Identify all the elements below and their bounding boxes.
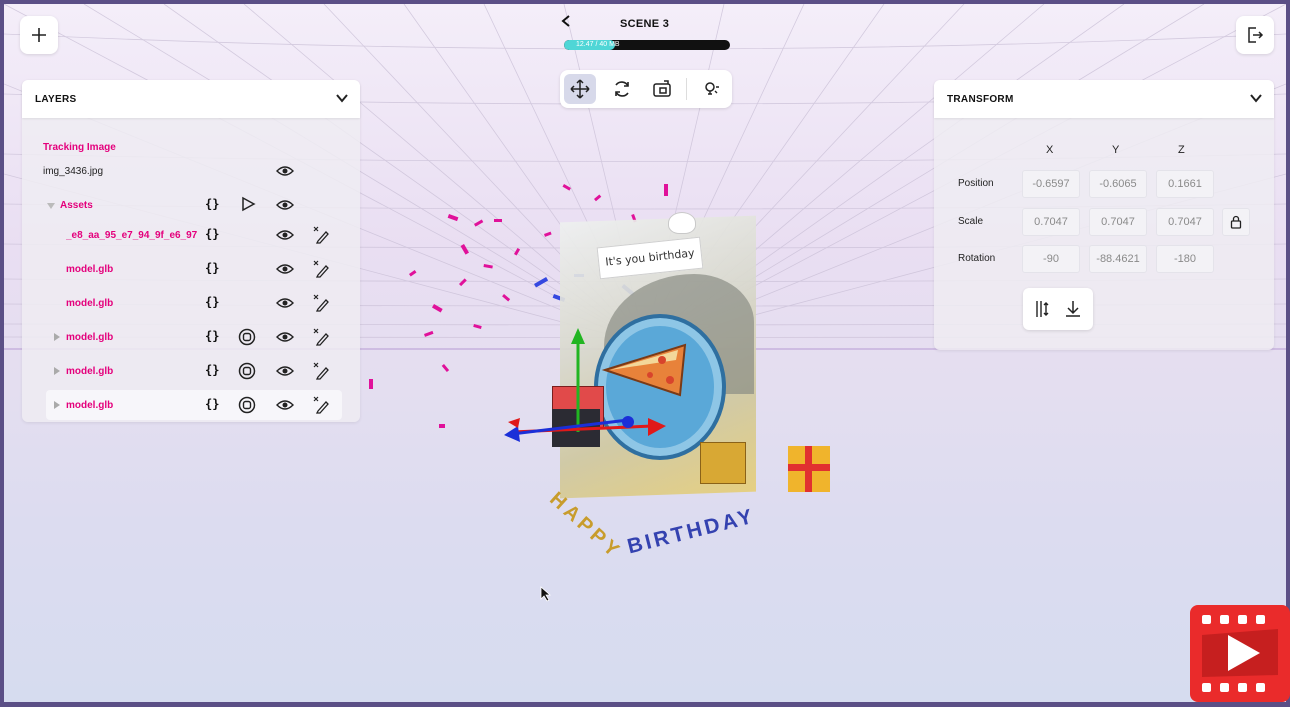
rotation-z-input[interactable]: -180 [1156,245,1214,273]
scene-title: SCENE 3 [620,18,670,30]
toolbar-divider [686,78,687,100]
layer-item[interactable]: model.glb {} [22,288,360,318]
layers-title: LAYERS [35,94,77,105]
transform-panel: TRANSFORM X Y Z Position -0.6597 -0.6065… [934,80,1274,350]
position-y-input[interactable]: -0.6065 [1089,170,1147,198]
scale-y-input[interactable]: 0.7047 [1089,208,1147,236]
layer-item[interactable]: model.glb {} [22,254,360,284]
axis-y-label: Y [1112,144,1120,156]
video-player-logo [1190,605,1290,702]
memory-bar: 12.47 / 40 MB [564,40,730,50]
chevron-down-icon[interactable] [334,90,350,106]
memory-text: 12.47 / 40 MB [576,41,620,48]
lock-icon [1230,215,1242,229]
rotation-y-input[interactable]: -88.4621 [1089,245,1147,273]
layer-item-name: _e8_aa_95_e7_94_9f_e6_97 [66,230,198,241]
layer-item-name: model.glb [66,298,114,309]
assets-label[interactable]: Assets [60,200,93,211]
scale-icon [653,80,671,97]
edit-icon[interactable] [313,260,329,278]
download-icon[interactable] [1065,300,1081,318]
edit-icon[interactable] [313,328,329,346]
expand-triangle-icon[interactable] [46,198,56,209]
exit-icon [1248,27,1264,43]
banner-text: It's you birthday [604,246,696,269]
rotation-x-input[interactable]: -90 [1022,245,1080,273]
axis-z-label: Z [1178,144,1185,156]
scale-x-input[interactable]: 0.7047 [1022,208,1080,236]
script-braces-icon[interactable]: {} [205,397,219,411]
add-button[interactable] [20,16,58,54]
eye-icon[interactable] [276,364,294,378]
animation-icon[interactable] [238,396,256,414]
edit-icon[interactable] [313,226,329,244]
eye-icon[interactable] [276,228,294,242]
play-icon[interactable] [240,196,256,212]
layer-item-name: model.glb [66,332,114,343]
layer-item-name: model.glb [66,366,114,377]
back-button[interactable] [560,14,572,33]
eye-icon[interactable] [276,330,294,344]
exit-button[interactable] [1236,16,1274,54]
eye-icon[interactable] [276,398,294,412]
bunny [668,212,696,234]
transform-gizmo[interactable] [498,322,678,452]
eye-icon[interactable] [276,198,294,212]
light-icon [705,82,719,95]
layers-panel: LAYERS Tracking Image img_3436.jpg Asset… [22,80,360,422]
expand-arrow-icon[interactable] [54,333,60,341]
move-tool-button[interactable] [564,74,596,104]
layer-item-name: model.glb [66,264,114,275]
gift-box-yellow [700,442,746,484]
script-braces-icon[interactable]: {} [205,227,219,241]
film-play-icon [1202,615,1278,692]
rotate-tool-button[interactable] [606,74,638,104]
layer-item[interactable]: _e8_aa_95_e7_94_9f_e6_97 {} [22,220,360,250]
tracking-image-label: Tracking Image [43,142,116,153]
eye-icon[interactable] [276,262,294,276]
script-braces-icon[interactable]: {} [205,363,219,377]
transform-title: TRANSFORM [947,94,1014,105]
layer-item[interactable]: model.glb {} [22,356,360,386]
animation-icon[interactable] [238,328,256,346]
edit-icon[interactable] [313,396,329,414]
script-braces-icon[interactable]: {} [205,329,219,343]
scale-tool-button[interactable] [646,74,678,104]
rotation-label: Rotation [958,253,996,264]
rotate-icon [615,81,629,97]
layer-item-name: model.glb [66,400,114,411]
expand-arrow-icon[interactable] [54,367,60,375]
position-x-input[interactable]: -0.6597 [1022,170,1080,198]
expand-arrow-icon[interactable] [54,401,60,409]
layer-item-selected[interactable]: model.glb {} [46,390,342,420]
gift-ribbon-h [788,464,830,471]
position-z-input[interactable]: 0.1661 [1156,170,1214,198]
transform-actions [1023,288,1093,330]
chevron-left-icon [561,15,570,27]
position-label: Position [958,178,994,189]
layer-item[interactable]: model.glb {} [22,322,360,352]
transform-toolbar [560,70,732,108]
eye-icon[interactable] [276,164,294,178]
eye-icon[interactable] [276,296,294,310]
animation-icon[interactable] [238,362,256,380]
edit-icon[interactable] [313,362,329,380]
script-braces-icon[interactable]: {} [205,197,219,211]
align-icon[interactable] [1035,300,1051,318]
plus-icon [32,28,46,42]
script-braces-icon[interactable]: {} [205,295,219,309]
scale-z-input[interactable]: 0.7047 [1156,208,1214,236]
layers-panel-header[interactable]: LAYERS [22,80,360,118]
lock-scale-button[interactable] [1222,208,1250,236]
light-tool-button[interactable] [696,74,728,104]
scale-label: Scale [958,216,984,227]
axis-x-label: X [1046,144,1054,156]
tracking-image-file[interactable]: img_3436.jpg [43,166,103,177]
script-braces-icon[interactable]: {} [205,261,219,275]
mouse-cursor [540,586,552,602]
edit-icon[interactable] [313,294,329,312]
transform-panel-header[interactable]: TRANSFORM [934,80,1274,118]
chevron-down-icon[interactable] [1248,90,1264,106]
move-icon [570,79,590,99]
